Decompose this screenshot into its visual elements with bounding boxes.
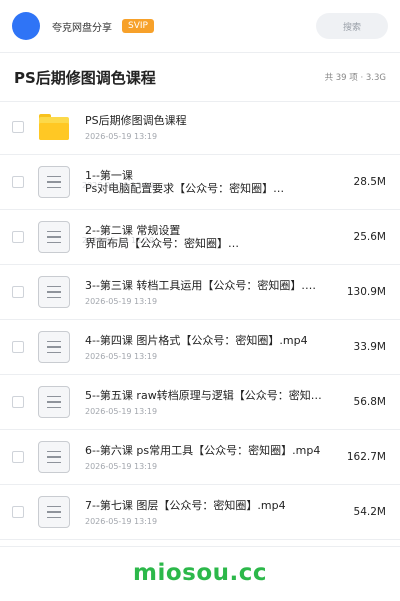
search-placeholder: 搜索 <box>342 22 361 33</box>
search-button[interactable]: 搜索 <box>316 13 388 39</box>
file-row[interactable]: 7--第七课 图层【公众号：密知圈】.mp4 2026-05-19 13:19 … <box>0 485 400 540</box>
file-date: 2026-05-19 13:19 <box>85 131 158 141</box>
document-icon <box>38 166 70 198</box>
row-checkbox[interactable] <box>12 341 24 353</box>
svip-badge: SVIP <box>122 19 154 33</box>
page-title: PS后期修图调色课程 <box>14 68 156 87</box>
file-size: 56.8M <box>353 396 386 408</box>
file-size: 28.5M <box>353 176 386 188</box>
file-date: 2026-05-19 13:19 <box>82 181 155 190</box>
file-name: 7--第七课 图层【公众号：密知圈】.mp4 <box>85 498 286 512</box>
folder-summary: 共 39 项 · 3.3G <box>324 73 386 83</box>
file-row[interactable]: 5--第五课 raw转档原理与逻辑【公众号：密知圈… 2026-05-19 13… <box>0 375 400 430</box>
file-name: 3--第三课 转档工具运用【公众号：密知圈】.mp4 <box>85 278 325 292</box>
file-size: 162.7M <box>346 451 386 463</box>
row-checkbox[interactable] <box>12 396 24 408</box>
file-row[interactable]: 3--第三课 转档工具运用【公众号：密知圈】.mp4 2026-05-19 13… <box>0 265 400 320</box>
file-name: 5--第五课 raw转档原理与逻辑【公众号：密知圈… <box>85 388 325 402</box>
document-icon <box>38 221 70 253</box>
header-bar: 夸克网盘分享 SVIP 搜索 <box>0 0 400 53</box>
file-row[interactable]: 6--第六课 ps常用工具【公众号：密知圈】.mp4 2026-05-19 13… <box>0 430 400 485</box>
row-checkbox[interactable] <box>12 506 24 518</box>
file-list: PS后期修图调色课程 2026-05-19 13:19 1--第一课 Ps对电脑… <box>0 100 400 540</box>
file-size: 25.6M <box>353 231 386 243</box>
file-date: 2026-05-19 13:19 <box>82 236 155 245</box>
watermark-text: miosou.cc <box>132 560 268 586</box>
file-name: 4--第四课 图片格式【公众号：密知圈】.mp4 <box>85 333 308 347</box>
file-row[interactable]: 4--第四课 图片格式【公众号：密知圈】.mp4 2026-05-19 13:1… <box>0 320 400 375</box>
file-row-folder[interactable]: PS后期修图调色课程 2026-05-19 13:19 <box>0 100 400 155</box>
file-name: 6--第六课 ps常用工具【公众号：密知圈】.mp4 <box>85 443 321 457</box>
file-size: 130.9M <box>346 286 386 298</box>
share-page: 夸克网盘分享 SVIP 搜索 PS后期修图调色课程 共 39 项 · 3.3G … <box>0 0 400 601</box>
file-row[interactable]: 1--第一课 Ps对电脑配置要求【公众号：密知圈】… 2026-05-19 13… <box>0 155 400 210</box>
document-icon <box>38 496 70 528</box>
row-checkbox[interactable] <box>12 286 24 298</box>
file-size: 33.9M <box>353 341 386 353</box>
avatar[interactable] <box>12 12 40 40</box>
row-checkbox[interactable] <box>12 231 24 243</box>
row-checkbox[interactable] <box>12 121 24 133</box>
folder-icon <box>39 114 69 140</box>
file-row[interactable]: 2--第二课 常规设置 界面布局【公众号：密知圈】… 2026-05-19 13… <box>0 210 400 265</box>
folder-title-row: PS后期修图调色课程 共 39 项 · 3.3G <box>0 53 400 102</box>
document-icon <box>38 386 70 418</box>
document-icon <box>38 331 70 363</box>
document-icon <box>38 441 70 473</box>
document-icon <box>38 276 70 308</box>
share-name: 夸克网盘分享 <box>52 22 112 34</box>
row-checkbox[interactable] <box>12 176 24 188</box>
file-size: 54.2M <box>353 506 386 518</box>
row-checkbox[interactable] <box>12 451 24 463</box>
file-name: PS后期修图调色课程 <box>85 113 187 127</box>
